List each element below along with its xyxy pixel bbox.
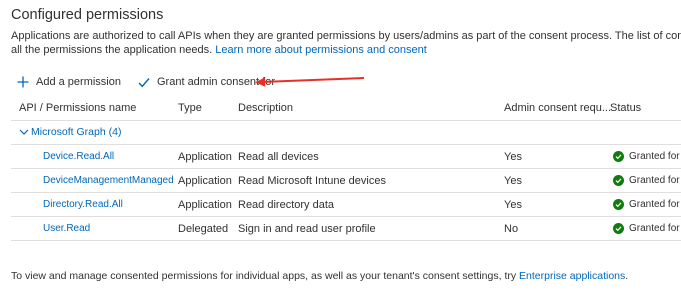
- chevron-down-icon: [19, 129, 29, 135]
- page-title: Configured permissions: [11, 7, 164, 23]
- table-header: API / Permissions name Type Description …: [11, 100, 681, 120]
- status-cell: Granted for M: [613, 199, 681, 210]
- intro-text: Applications are authorized to call APIs…: [11, 29, 681, 57]
- table-row: User.Read Delegated Sign in and read use…: [11, 217, 681, 240]
- permission-name-link[interactable]: Device.Read.All: [43, 151, 173, 162]
- permission-type: Delegated: [178, 223, 229, 235]
- permission-type: Application: [178, 199, 232, 211]
- success-check-circle-icon: [613, 151, 624, 162]
- permission-name-link[interactable]: Directory.Read.All: [43, 199, 173, 210]
- status-cell: Granted for M: [613, 223, 681, 234]
- divider: [11, 120, 681, 121]
- permission-description: Read all devices: [238, 151, 319, 163]
- status-cell: Granted for M: [613, 175, 681, 186]
- admin-consent-required: No: [504, 223, 519, 235]
- status-cell: Granted for M: [613, 151, 681, 162]
- intro-line-2-text: all the permissions the application need…: [11, 44, 213, 56]
- success-check-circle-icon: [613, 223, 624, 234]
- footer-message: To view and manage consented permissions…: [11, 270, 520, 282]
- learn-more-link[interactable]: Learn more about permissions and consent: [215, 44, 427, 56]
- plus-icon: [17, 76, 29, 88]
- table-row: DeviceManagementManagedDe Application Re…: [11, 169, 681, 192]
- table-row: Device.Read.All Application Read all dev…: [11, 145, 681, 168]
- permissions-toolbar: Add a permission Grant admin consent for: [17, 72, 275, 92]
- status-text: Granted for M: [629, 223, 681, 234]
- intro-line-2: all the permissions the application need…: [11, 43, 681, 57]
- admin-consent-required: Yes: [504, 199, 522, 211]
- success-check-circle-icon: [613, 175, 624, 186]
- add-permission-button[interactable]: Add a permission: [17, 76, 121, 88]
- group-row-microsoft-graph[interactable]: Microsoft Graph (4): [19, 126, 121, 138]
- admin-consent-required: Yes: [504, 175, 522, 187]
- permission-description: Sign in and read user profile: [238, 223, 376, 235]
- column-header-type[interactable]: Type: [178, 102, 202, 114]
- add-permission-label: Add a permission: [36, 76, 121, 88]
- intro-line-1: Applications are authorized to call APIs…: [11, 30, 681, 42]
- status-text: Granted for M: [629, 151, 681, 162]
- footer-suffix: .: [625, 270, 629, 282]
- permission-name-link[interactable]: User.Read: [43, 223, 173, 234]
- enterprise-applications-link[interactable]: Enterprise applications: [519, 270, 625, 282]
- permission-name-link[interactable]: DeviceManagementManagedDe: [43, 175, 173, 186]
- permission-description: Read directory data: [238, 199, 334, 211]
- permission-description: Read Microsoft Intune devices: [238, 175, 386, 187]
- permission-type: Application: [178, 151, 232, 163]
- divider: [11, 240, 681, 241]
- group-label: Microsoft Graph (4): [31, 126, 122, 138]
- annotation-arrow: [255, 77, 365, 87]
- table-row: Directory.Read.All Application Read dire…: [11, 193, 681, 216]
- column-header-admin-consent[interactable]: Admin consent requ...: [504, 102, 611, 114]
- column-header-status[interactable]: Status: [610, 102, 641, 114]
- permission-type: Application: [178, 175, 232, 187]
- column-header-name[interactable]: API / Permissions name: [19, 102, 136, 114]
- footer-text: To view and manage consented permissions…: [11, 270, 628, 282]
- checkmark-icon: [138, 77, 150, 87]
- column-header-description[interactable]: Description: [238, 102, 293, 114]
- success-check-circle-icon: [613, 199, 624, 210]
- admin-consent-required: Yes: [504, 151, 522, 163]
- status-text: Granted for M: [629, 175, 681, 186]
- status-text: Granted for M: [629, 199, 681, 210]
